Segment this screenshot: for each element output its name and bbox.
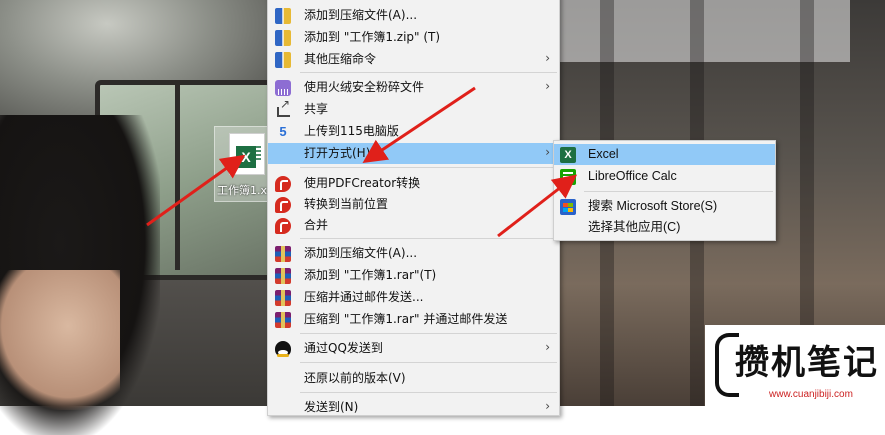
menu-item-add-to-archive[interactable]: 添加到压缩文件(A)...: [268, 5, 559, 26]
menu-item-send-to[interactable]: 发送到(N) ›: [268, 397, 559, 418]
submenu-item-label: Excel: [588, 147, 619, 161]
menu-item-share[interactable]: 共享: [268, 97, 559, 120]
menu-item-label: 通过QQ发送到: [304, 341, 383, 355]
menu-separator: [300, 167, 557, 168]
menu-item-label: 添加到压缩文件(A)...: [304, 246, 418, 260]
watermark-url: www.cuanjibiji.com: [769, 389, 853, 400]
pdfcreator-icon: [275, 197, 291, 213]
excel-icon: X: [560, 147, 576, 163]
share-icon: [277, 97, 290, 117]
menu-separator: [300, 72, 557, 73]
menu-item-merge[interactable]: 合并: [268, 215, 559, 236]
menu-item-convert-here[interactable]: 转换到当前位置: [268, 194, 559, 215]
submenu-separator: [584, 191, 773, 192]
zip-archive-icon: [275, 52, 291, 68]
context-menu: 添加到压缩文件(A)... 添加到 "工作簿1.zip" (T) 其他压缩命令 …: [267, 0, 560, 416]
watermark-text: 攒机笔记: [735, 343, 879, 383]
chevron-right-icon: ›: [545, 51, 550, 65]
menu-item-compress-rar-and-email[interactable]: 压缩到 "工作簿1.rar" 并通过邮件发送: [268, 309, 559, 330]
pdfcreator-icon: [275, 176, 291, 192]
microsoft-store-icon: [560, 199, 576, 215]
chevron-right-icon: ›: [545, 79, 550, 93]
menu-item-label: 发送到(N): [304, 400, 359, 414]
menu-item-label: 上传到115电脑版: [304, 124, 399, 138]
menu-item-label: 压缩到 "工作簿1.rar" 并通过邮件发送: [304, 312, 508, 326]
menu-item-rar-add-to-archive[interactable]: 添加到压缩文件(A)...: [268, 243, 559, 264]
shredder-icon: [275, 80, 291, 96]
winrar-icon: [275, 312, 291, 328]
menu-item-other-compress-commands[interactable]: 其他压缩命令 ›: [268, 49, 559, 70]
submenu-item-choose-other-app[interactable]: 选择其他应用(C): [554, 217, 775, 238]
excel-file-icon: X: [229, 133, 265, 175]
menu-item-label: 其他压缩命令: [304, 52, 377, 66]
menu-item-restore-previous-versions[interactable]: 还原以前的版本(V): [268, 368, 559, 389]
chevron-right-icon: ›: [545, 340, 550, 354]
menu-item-label: 转换到当前位置: [304, 197, 389, 211]
menu-item-add-to-zip[interactable]: 添加到 "工作簿1.zip" (T): [268, 27, 559, 48]
zip-archive-icon: [275, 30, 291, 46]
menu-item-upload-115[interactable]: 5 上传到115电脑版: [268, 121, 559, 142]
menu-item-label: 使用PDFCreator转换: [304, 176, 421, 190]
submenu-item-label: LibreOffice Calc: [588, 169, 677, 183]
submenu-item-label: 选择其他应用(C): [588, 220, 681, 234]
submenu-item-excel[interactable]: X Excel: [554, 144, 775, 165]
wallpaper-figure-face: [0, 270, 120, 410]
menu-item-label: 压缩并通过邮件发送...: [304, 290, 424, 304]
menu-item-label: 打开方式(H): [304, 146, 371, 160]
menu-separator: [300, 362, 557, 363]
wallpaper-window-frame: [175, 80, 180, 270]
chevron-right-icon: ›: [545, 145, 550, 159]
winrar-icon: [275, 246, 291, 262]
submenu-item-libreoffice-calc[interactable]: LibreOffice Calc: [554, 166, 775, 187]
menu-item-label: 共享: [304, 102, 329, 116]
pdfcreator-icon: [275, 218, 291, 234]
menu-separator: [300, 333, 557, 334]
menu-item-huorong-shred[interactable]: 使用火绒安全粉碎文件 ›: [268, 77, 559, 98]
menu-item-pdfcreator-convert[interactable]: 使用PDFCreator转换: [268, 173, 559, 194]
menu-item-compress-and-email[interactable]: 压缩并通过邮件发送...: [268, 287, 559, 308]
submenu-item-search-store[interactable]: 搜索 Microsoft Store(S): [554, 196, 775, 217]
watermark: 攒机笔记 www.cuanjibiji.com: [705, 325, 885, 406]
submenu-item-label: 搜索 Microsoft Store(S): [588, 199, 718, 213]
qq-icon: [275, 341, 291, 357]
winrar-icon: [275, 290, 291, 306]
menu-item-label: 还原以前的版本(V): [304, 371, 406, 385]
zip-archive-icon: [275, 8, 291, 24]
menu-item-label: 使用火绒安全粉碎文件: [304, 80, 425, 94]
menu-item-label: 添加到压缩文件(A)...: [304, 8, 418, 22]
menu-separator: [300, 238, 557, 239]
cloud-115-icon: 5: [279, 124, 287, 139]
menu-item-label: 添加到 "工作簿1.rar"(T): [304, 268, 437, 282]
menu-item-send-via-qq[interactable]: 通过QQ发送到 ›: [268, 338, 559, 359]
menu-item-label: 添加到 "工作簿1.zip" (T): [304, 30, 441, 44]
libreoffice-calc-icon: [560, 169, 576, 185]
menu-item-open-with[interactable]: 打开方式(H) ›: [268, 143, 559, 164]
open-with-submenu: X Excel LibreOffice Calc 搜索 Microsoft St…: [553, 140, 776, 241]
menu-item-add-to-rar[interactable]: 添加到 "工作簿1.rar"(T): [268, 265, 559, 286]
menu-item-label: 合并: [304, 218, 329, 232]
menu-separator: [300, 392, 557, 393]
winrar-icon: [275, 268, 291, 284]
chevron-right-icon: ›: [545, 399, 550, 413]
